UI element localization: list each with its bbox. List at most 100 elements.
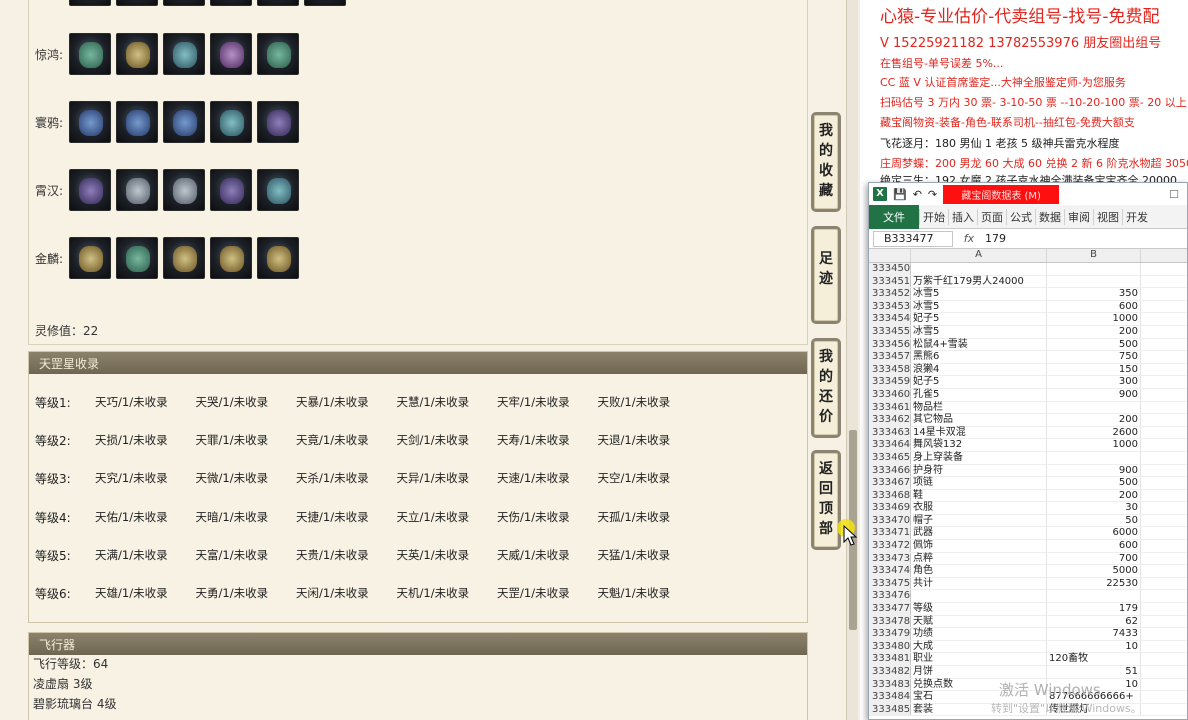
cell-b[interactable]: 1000 xyxy=(1047,313,1141,325)
row-number[interactable]: 333458 xyxy=(869,363,911,376)
cell-b[interactable]: 350 xyxy=(1047,288,1141,300)
file-tab[interactable]: 文件 xyxy=(869,204,919,229)
cell-b[interactable]: 750 xyxy=(1047,351,1141,363)
row-number[interactable]: 333474 xyxy=(869,565,911,577)
item-icon[interactable] xyxy=(69,169,111,211)
cell-b[interactable]: 200 xyxy=(1047,325,1141,338)
cell-a[interactable]: 角色 xyxy=(911,565,1047,577)
cell-b[interactable] xyxy=(1047,275,1141,288)
row-number[interactable]: 333469 xyxy=(869,502,911,514)
row-number[interactable]: 333453 xyxy=(869,300,911,313)
column-header-a[interactable]: A xyxy=(911,249,1047,262)
ribbon-tab[interactable]: 审阅 xyxy=(1064,208,1093,225)
cell-a[interactable]: 佩饰 xyxy=(911,540,1047,552)
cell-b[interactable]: 10 xyxy=(1047,640,1141,653)
cell-b[interactable] xyxy=(1047,263,1141,275)
row-number[interactable]: 333468 xyxy=(869,489,911,502)
cell-b[interactable]: 5000 xyxy=(1047,565,1141,577)
row-number[interactable]: 333451 xyxy=(869,275,911,288)
cell-b[interactable]: 600 xyxy=(1047,300,1141,313)
cell-b[interactable]: 7433 xyxy=(1047,628,1141,640)
cell-a[interactable]: 鞋 xyxy=(911,489,1047,502)
row-number[interactable]: 333457 xyxy=(869,351,911,363)
row-number[interactable]: 333483 xyxy=(869,678,911,691)
row-number[interactable]: 333459 xyxy=(869,376,911,388)
column-header-b[interactable]: B xyxy=(1047,249,1141,262)
cell-a[interactable]: 衣服 xyxy=(911,502,1047,514)
cell-a[interactable]: 妃子5 xyxy=(911,313,1047,325)
row-number[interactable]: 333477 xyxy=(869,603,911,615)
ribbon-tab[interactable]: 视图 xyxy=(1093,208,1122,225)
cell-b[interactable]: 30 xyxy=(1047,502,1141,514)
item-icon[interactable] xyxy=(163,0,205,6)
cell-a[interactable] xyxy=(911,590,1047,603)
cell-a[interactable]: 冰雪5 xyxy=(911,288,1047,300)
cell-a[interactable]: 舞风袋132 xyxy=(911,439,1047,451)
cell-a[interactable]: 冰雪5 xyxy=(911,300,1047,313)
cell-b[interactable]: 900 xyxy=(1047,388,1141,401)
page-scrollbar[interactable] xyxy=(846,0,858,720)
cell-b[interactable]: 300 xyxy=(1047,376,1141,388)
cell-a[interactable]: 冰雪5 xyxy=(911,325,1047,338)
cell-a[interactable]: 等级 xyxy=(911,603,1047,615)
row-number[interactable]: 333482 xyxy=(869,666,911,678)
item-icon[interactable] xyxy=(210,101,252,143)
row-number[interactable]: 333465 xyxy=(869,451,911,464)
item-icon[interactable] xyxy=(116,33,158,75)
item-icon[interactable] xyxy=(210,33,252,75)
item-icon[interactable] xyxy=(210,0,252,6)
cell-b[interactable]: 2600 xyxy=(1047,426,1141,439)
ribbon-tab[interactable]: 数据 xyxy=(1035,208,1064,225)
my-favorites-button[interactable]: 我的收藏 xyxy=(811,112,841,212)
item-icon[interactable] xyxy=(304,0,346,6)
cell-b[interactable]: 120畜牧 xyxy=(1047,653,1141,665)
row-number[interactable]: 333484 xyxy=(869,691,911,703)
row-number[interactable]: 333478 xyxy=(869,615,911,628)
row-number[interactable]: 333473 xyxy=(869,552,911,565)
row-number[interactable]: 333455 xyxy=(869,325,911,338)
item-icon[interactable] xyxy=(163,33,205,75)
item-icon[interactable] xyxy=(163,237,205,279)
redo-icon[interactable]: ↷ xyxy=(928,188,937,201)
formula-input[interactable]: 179 xyxy=(985,232,1006,245)
footprints-button[interactable]: 足迹 xyxy=(811,226,841,324)
row-number[interactable]: 333480 xyxy=(869,640,911,653)
item-icon[interactable] xyxy=(257,237,299,279)
cell-b[interactable]: 62 xyxy=(1047,615,1141,628)
cell-a[interactable]: 点粹 xyxy=(911,552,1047,565)
cell-b[interactable]: 1000 xyxy=(1047,439,1141,451)
cell-b[interactable]: 500 xyxy=(1047,477,1141,489)
row-number[interactable]: 333461 xyxy=(869,401,911,414)
item-icon[interactable] xyxy=(163,101,205,143)
row-number[interactable]: 333464 xyxy=(869,439,911,451)
row-number[interactable]: 333466 xyxy=(869,464,911,477)
item-icon[interactable] xyxy=(116,169,158,211)
corner-cell[interactable] xyxy=(869,249,911,262)
cell-b[interactable] xyxy=(1047,590,1141,603)
cell-b[interactable]: 900 xyxy=(1047,464,1141,477)
item-icon[interactable] xyxy=(116,101,158,143)
cell-a[interactable]: 松鼠4+雪装 xyxy=(911,338,1047,351)
row-number[interactable]: 333467 xyxy=(869,477,911,489)
cell-b[interactable]: 700 xyxy=(1047,552,1141,565)
ribbon-tab[interactable]: 开发 xyxy=(1122,208,1151,225)
save-icon[interactable]: 💾 xyxy=(893,188,907,201)
cell-b[interactable]: 150 xyxy=(1047,363,1141,376)
cell-b[interactable] xyxy=(1047,401,1141,414)
item-icon[interactable] xyxy=(116,237,158,279)
item-icon[interactable] xyxy=(210,169,252,211)
cell-a[interactable]: 黑熊6 xyxy=(911,351,1047,363)
row-number[interactable]: 333481 xyxy=(869,653,911,665)
item-icon[interactable] xyxy=(69,33,111,75)
row-number[interactable]: 333454 xyxy=(869,313,911,325)
item-icon[interactable] xyxy=(163,169,205,211)
cell-a[interactable]: 浪獭4 xyxy=(911,363,1047,376)
cell-b[interactable]: 179 xyxy=(1047,603,1141,615)
cell-b[interactable]: 200 xyxy=(1047,489,1141,502)
row-number[interactable]: 333452 xyxy=(869,288,911,300)
cell-a[interactable]: 大成 xyxy=(911,640,1047,653)
undo-icon[interactable]: ↶ xyxy=(913,188,922,201)
cell-b[interactable]: 200 xyxy=(1047,414,1141,426)
item-icon[interactable] xyxy=(210,237,252,279)
cell-a[interactable]: 项链 xyxy=(911,477,1047,489)
